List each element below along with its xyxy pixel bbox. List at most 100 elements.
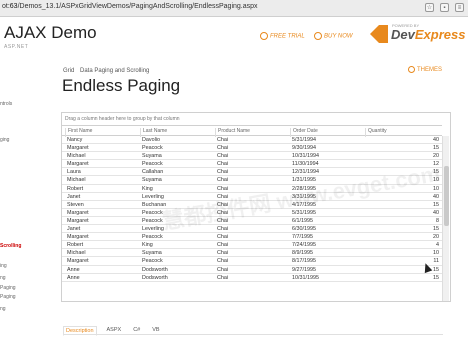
table-cell: Michael [67, 153, 86, 160]
table-cell: 9/30/1994 [292, 145, 316, 152]
breadcrumb-paging[interactable]: Data Paging and Scrolling [80, 68, 149, 74]
vertical-scrollbar[interactable] [442, 136, 449, 301]
table-cell: Suyama [142, 177, 162, 184]
address-bar[interactable]: ot:63/Demos_13.1/ASPxGridViewDemos/Pagin… [2, 3, 258, 10]
cart-icon [314, 32, 322, 40]
table-cell: Chai [217, 137, 229, 143]
download-icon [260, 32, 268, 40]
table-cell: Chai [217, 226, 229, 233]
sidebar-item[interactable]: ng [0, 306, 6, 312]
table-row[interactable]: Janet Leverling Chai 6/30/1995 15 [62, 225, 442, 234]
table-cell: Margaret [67, 217, 89, 224]
table-cell: 6/1/1995 [292, 217, 313, 224]
table-row[interactable]: Nancy Davolio Chai 5/31/1994 40 [62, 136, 442, 145]
table-cell: Robert [67, 185, 84, 192]
table-cell: Dodsworth [142, 274, 168, 281]
table-cell: Margaret [67, 234, 89, 241]
table-cell: Callahan [142, 169, 164, 176]
url-path: /Demos_13.1/ASPxGridViewDemos/PagingAndS… [17, 3, 258, 10]
table-cell: Suyama [142, 250, 162, 257]
sidebar-item[interactable]: ng [0, 275, 6, 281]
table-cell: 15 [433, 145, 439, 152]
table-cell: 40 [433, 193, 439, 200]
table-cell: Margaret [67, 161, 89, 168]
table-row[interactable]: Michael Suyama Chai 10/31/1994 20 [62, 152, 442, 161]
table-cell: Anne [67, 266, 80, 273]
table-cell: Laura [67, 169, 81, 176]
table-cell: Chai [217, 169, 229, 176]
table-cell: Janet [67, 193, 81, 200]
table-cell: 4 [436, 242, 439, 249]
logo-express: Express [414, 26, 466, 42]
table-row[interactable]: Robert King Chai 7/24/1995 4 [62, 241, 442, 250]
table-cell: 40 [433, 209, 439, 216]
table-cell: Robert [67, 242, 84, 249]
table-cell: 15 [433, 274, 439, 281]
sidebar-item[interactable]: Scrolling [0, 243, 21, 249]
table-cell: Janet [67, 226, 81, 233]
table-cell: Margaret [67, 145, 89, 152]
sidebar-item[interactable]: Paging [0, 285, 16, 291]
table-row[interactable]: Margaret Peacock Chai 8/17/1995 11 [62, 257, 442, 266]
sidebar-item[interactable]: ging [0, 137, 9, 143]
table-cell: King [142, 242, 153, 249]
table-cell: Davolio [142, 137, 160, 143]
browser-toolbar: ot:63/Demos_13.1/ASPxGridViewDemos/Pagin… [0, 0, 468, 17]
table-cell: 5/31/1994 [292, 137, 316, 143]
table-cell: Peacock [142, 145, 163, 152]
themes-button[interactable]: THEMES [408, 66, 442, 73]
table-row[interactable]: Margaret Peacock Chai 7/7/1995 20 [62, 233, 442, 242]
table-cell: Margaret [67, 209, 89, 216]
table-cell: Dodsworth [142, 266, 168, 273]
table-cell: 8 [436, 217, 439, 224]
sidebar-item[interactable]: Paging [0, 294, 16, 300]
scrollbar-thumb[interactable] [444, 166, 449, 226]
table-cell: 40 [433, 137, 439, 143]
buy-now-label: BUY NOW [324, 33, 353, 40]
table-cell: 20 [433, 234, 439, 241]
tabs-divider [63, 334, 443, 335]
table-row[interactable]: Anne Dodsworth Chai 9/27/1995 15 [62, 266, 442, 274]
table-cell: Chai [217, 250, 229, 257]
group-panel[interactable]: Drag a column header here to group by th… [65, 116, 180, 122]
table-cell: Chai [217, 258, 229, 265]
table-cell: Chai [217, 234, 229, 241]
browser-icons: ☆ ▪ ≡ [425, 3, 464, 12]
table-cell: 9/27/1995 [292, 266, 316, 273]
table-row[interactable]: Michael Suyama Chai 8/9/1995 10 [62, 249, 442, 258]
table-cell: 7/7/1995 [292, 234, 313, 241]
table-row[interactable]: Anne Dodsworth Chai 10/31/1995 15 [62, 274, 442, 282]
logo-dev: Dev [391, 26, 415, 42]
table-cell: Anne [67, 274, 80, 281]
table-cell: 7/24/1995 [292, 242, 316, 249]
table-row[interactable]: Margaret Peacock Chai 9/30/1994 15 [62, 144, 442, 153]
table-cell: Nancy [67, 137, 83, 143]
table-cell: 15 [433, 201, 439, 208]
breadcrumb-grid[interactable]: Grid [63, 68, 74, 74]
page-title: Endless Paging [62, 76, 181, 95]
table-cell: Chai [217, 274, 229, 281]
devexpress-logo[interactable]: DevExpress [370, 25, 465, 43]
table-cell: Michael [67, 177, 86, 184]
table-cell: Chai [217, 185, 229, 192]
table-cell: 8/17/1995 [292, 258, 316, 265]
site-header: AJAX Demo ASP.NET FREE TRIAL BUY NOW POW… [0, 17, 468, 57]
grid-header: First Name Last Name Product Name Order Dat… [62, 125, 442, 137]
free-trial-link[interactable]: FREE TRIAL [260, 32, 305, 40]
extension-icon[interactable]: ▪ [440, 3, 449, 12]
table-cell: Steven [67, 201, 84, 208]
table-cell: 10 [433, 250, 439, 257]
free-trial-label: FREE TRIAL [270, 33, 305, 40]
table-cell: Leverling [142, 226, 164, 233]
table-cell: Michael [67, 250, 86, 257]
star-icon[interactable]: ☆ [425, 3, 434, 12]
menu-icon[interactable]: ≡ [455, 3, 464, 12]
app-title: AJAX Demo [4, 23, 97, 42]
table-cell: 12/31/1994 [292, 169, 319, 176]
table-cell: Peacock [142, 258, 163, 265]
breadcrumb: Grid Data Paging and Scrolling [63, 68, 149, 74]
sidebar-item[interactable]: ntrols [0, 101, 12, 107]
table-cell: Margaret [67, 258, 89, 265]
buy-now-link[interactable]: BUY NOW [314, 32, 353, 40]
sidebar-item[interactable]: ing [0, 263, 7, 269]
